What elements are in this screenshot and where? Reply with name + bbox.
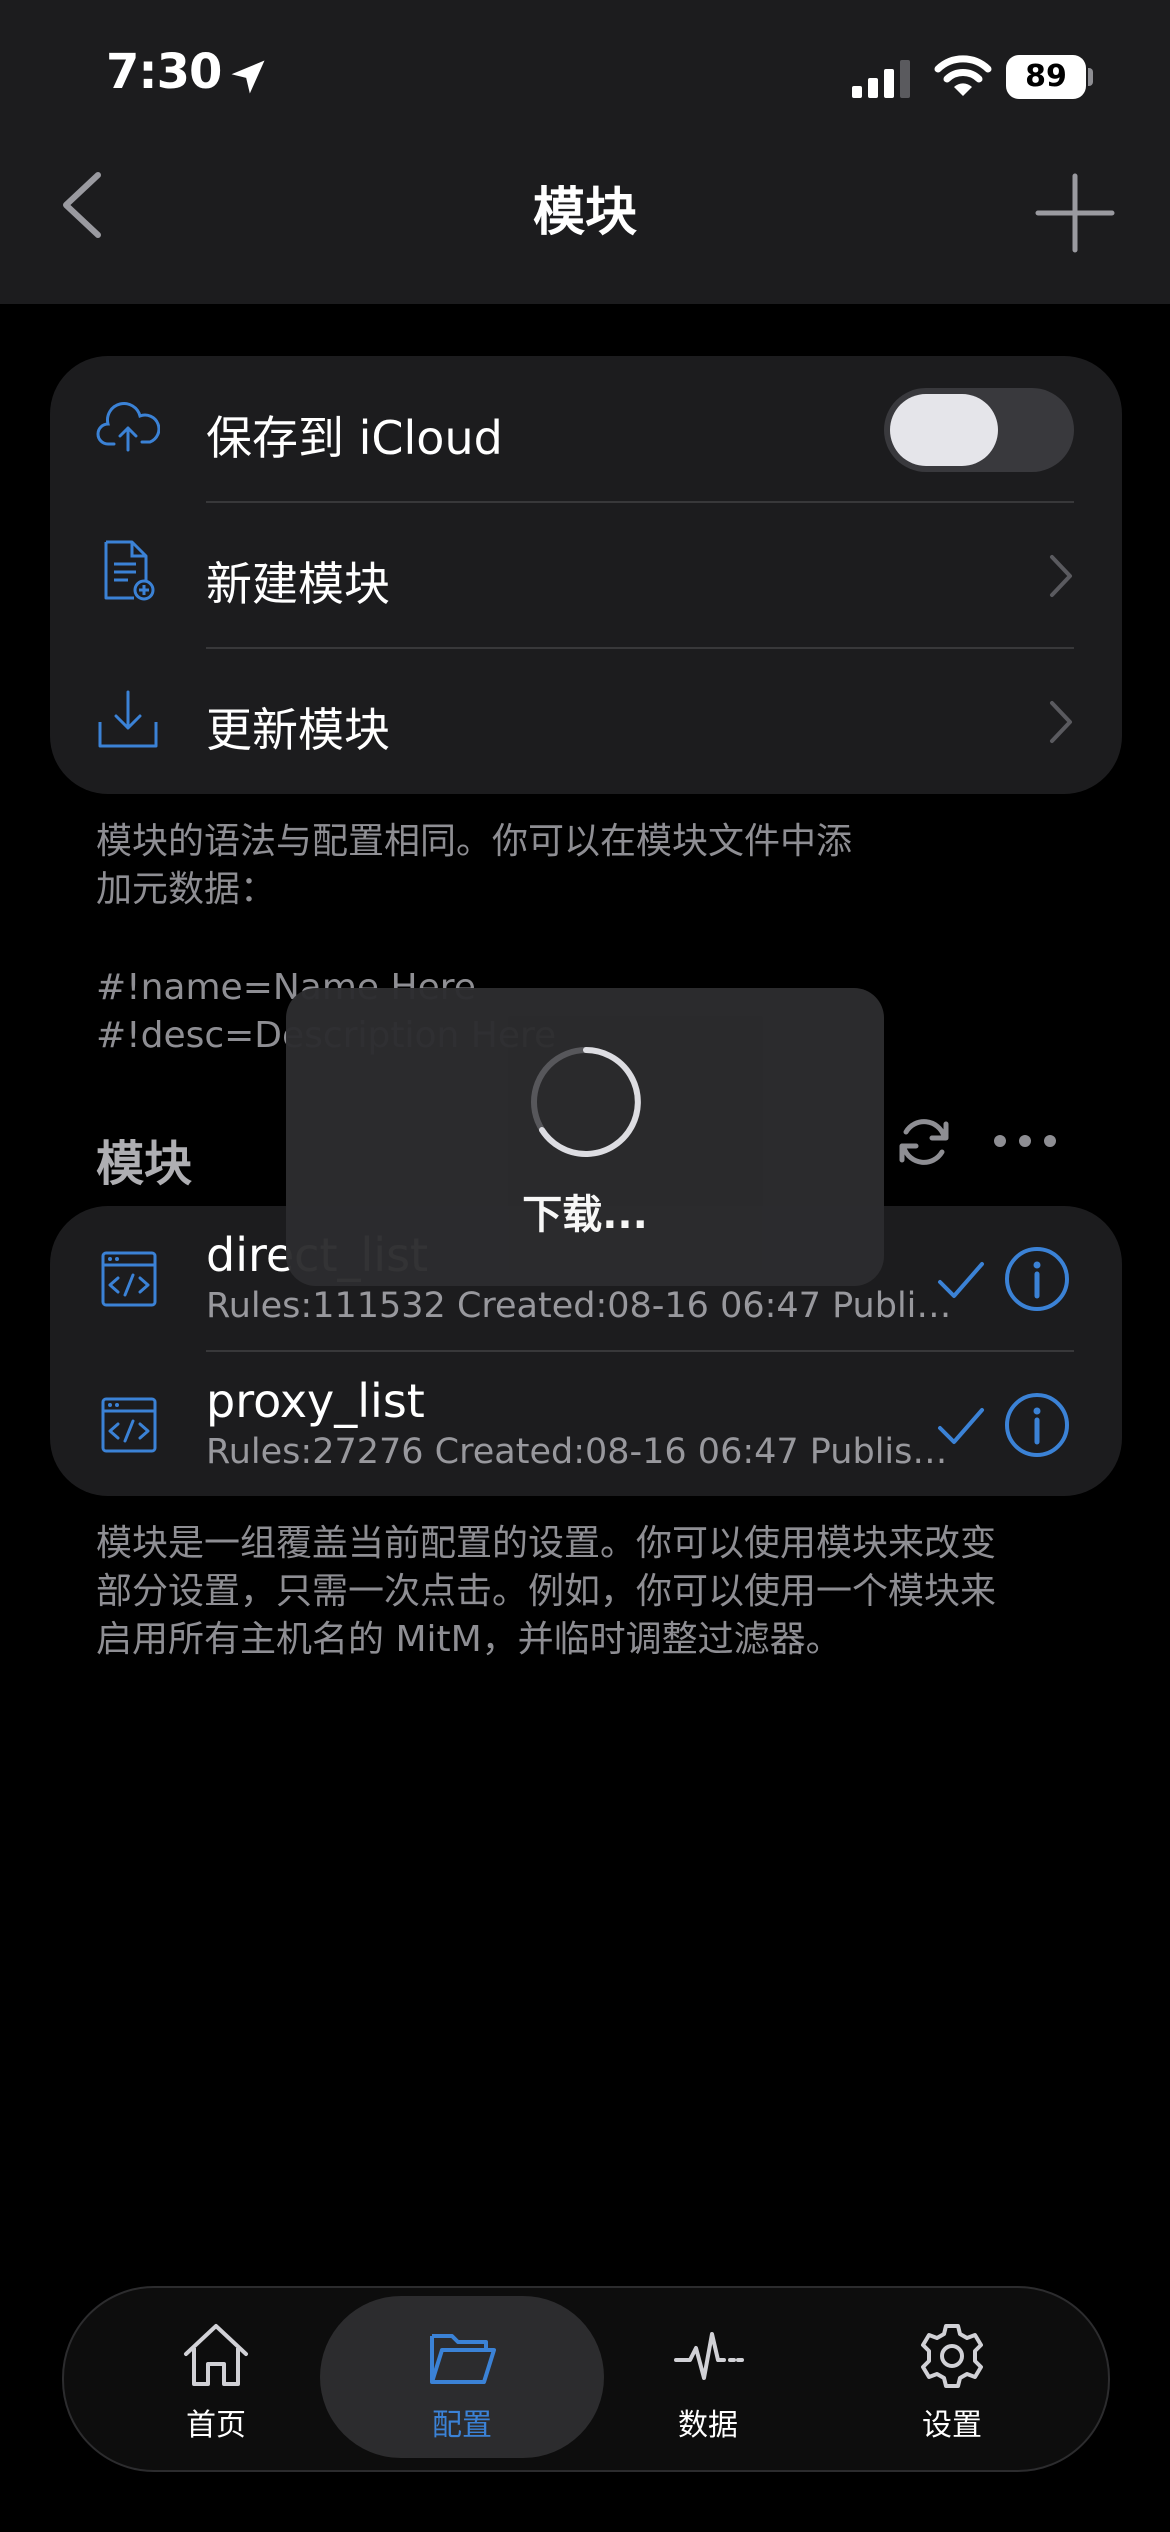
battery-level: 89 [1025, 59, 1067, 94]
tab-data[interactable]: 数据 [588, 2296, 828, 2456]
loading-hud: 下载... [286, 988, 884, 1286]
tab-label: 数据 [678, 2408, 738, 2443]
modules-section-header: 模块 [96, 1136, 193, 1192]
status-time: 7:30 [106, 44, 222, 100]
tab-label: 设置 [922, 2408, 982, 2443]
toggle-knob [890, 394, 998, 466]
divider [206, 501, 1074, 503]
gear-icon [921, 2324, 983, 2388]
divider [206, 1350, 1074, 1352]
folder-icon [430, 2334, 496, 2384]
metadata-note-line: 模块的语法与配置相同。你可以在模块文件中添 [96, 821, 853, 862]
home-icon [184, 2324, 248, 2386]
tab-settings[interactable]: 设置 [832, 2296, 1072, 2456]
update-modules-label: 更新模块 [206, 703, 390, 757]
tab-home[interactable]: 首页 [96, 2296, 336, 2456]
page-title: 模块 [532, 183, 637, 243]
tab-config[interactable]: 配置 [342, 2296, 582, 2456]
checkmark-icon [938, 1408, 984, 1444]
modules-footer-line: 启用所有主机名的 MitM，并临时调整过滤器。 [96, 1619, 842, 1660]
modules-footer-line: 部分设置，只需一次点击。例如，你可以使用一个模块来 [96, 1571, 997, 1612]
chevron-right-icon [1050, 555, 1072, 597]
activity-icon [674, 2332, 744, 2380]
code-module-icon [101, 1251, 157, 1307]
add-button[interactable] [1030, 168, 1120, 258]
loading-label: 下载... [522, 1192, 648, 1238]
loading-spinner-icon [531, 1047, 641, 1157]
divider [206, 647, 1074, 649]
refresh-icon[interactable] [894, 1112, 954, 1172]
code-module-icon [101, 1397, 157, 1453]
download-icon [98, 690, 158, 748]
metadata-note-line: 加元数据： [96, 869, 277, 910]
info-button[interactable] [1004, 1392, 1070, 1458]
save-icloud-label: 保存到 iCloud [206, 411, 503, 465]
battery-tip [1088, 68, 1093, 86]
tab-label: 配置 [432, 2408, 492, 2443]
wifi-icon [934, 55, 992, 96]
module-subtitle: Rules:27276 Created:08-16 06:47 Publishe… [206, 1432, 966, 1472]
module-subtitle: Rules:111532 Created:08-16 06:47 Publish… [206, 1286, 966, 1326]
module-name: proxy_list [206, 1374, 425, 1428]
tab-label: 首页 [186, 2408, 246, 2443]
cellular-signal-icon [852, 60, 910, 98]
battery-indicator: 89 [1006, 55, 1086, 99]
info-button[interactable] [1004, 1246, 1070, 1312]
checkmark-icon [938, 1262, 984, 1298]
cloud-upload-icon [96, 402, 160, 452]
new-module-label: 新建模块 [206, 557, 390, 611]
modules-footer-line: 模块是一组覆盖当前配置的设置。你可以使用模块来改变 [96, 1523, 997, 1564]
chevron-right-icon [1050, 701, 1072, 743]
back-button[interactable] [44, 155, 124, 255]
more-options-icon[interactable] [992, 1126, 1058, 1156]
icloud-toggle[interactable] [884, 388, 1074, 472]
location-arrow-icon [231, 60, 265, 94]
new-document-icon [104, 540, 155, 601]
